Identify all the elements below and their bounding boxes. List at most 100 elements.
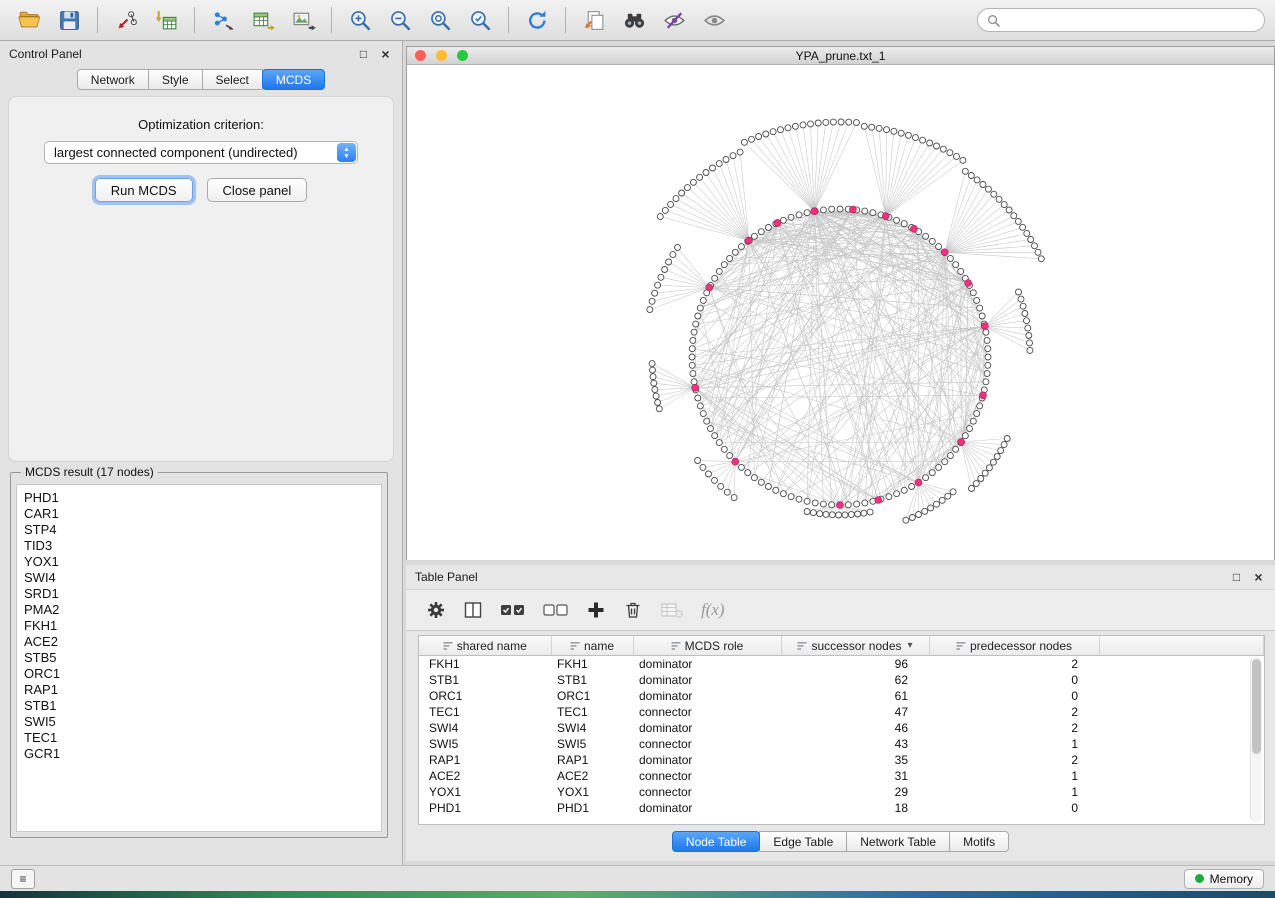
table-cell[interactable]: RAP1	[551, 752, 633, 768]
mcds-result-item[interactable]: STB5	[24, 650, 374, 666]
first-neighbors-button[interactable]	[615, 4, 653, 36]
export-image-button[interactable]	[284, 4, 322, 36]
table-cell[interactable]: SWI4	[551, 720, 633, 736]
table-cell[interactable]: 61	[781, 688, 929, 704]
table-cell[interactable]: SWI5	[551, 736, 633, 752]
table-cell[interactable]: 96	[781, 656, 929, 673]
tab-mcds[interactable]: MCDS	[262, 69, 325, 90]
table-cell[interactable]: STB1	[419, 672, 551, 688]
table-cell[interactable]: YOX1	[551, 784, 633, 800]
table-cell[interactable]: PHD1	[551, 800, 633, 816]
table-tab-node-table[interactable]: Node Table	[672, 831, 761, 852]
table-cell[interactable]: ORC1	[551, 688, 633, 704]
zoom-selected-button[interactable]	[461, 4, 499, 36]
table-cell[interactable]: FKH1	[551, 656, 633, 673]
mcds-result-item[interactable]: CAR1	[24, 506, 374, 522]
columns-icon[interactable]	[463, 599, 483, 621]
table-cell[interactable]: ORC1	[419, 688, 551, 704]
close-table-panel-icon[interactable]: ×	[1251, 570, 1266, 585]
table-row[interactable]: YOX1YOX1connector291	[419, 784, 1264, 800]
search-input[interactable]	[1006, 12, 1255, 28]
table-cell[interactable]: 0	[929, 800, 1099, 816]
mcds-result-item[interactable]: ORC1	[24, 666, 374, 682]
mcds-result-item[interactable]: PHD1	[24, 490, 374, 506]
zoom-fit-button[interactable]	[421, 4, 459, 36]
sort-caret-icon[interactable]: ▾	[908, 640, 913, 651]
mcds-result-item[interactable]: STP4	[24, 522, 374, 538]
table-cell[interactable]: connector	[633, 704, 781, 720]
table-cell[interactable]: dominator	[633, 656, 781, 673]
show-all-button[interactable]	[695, 4, 733, 36]
mcds-result-item[interactable]: YOX1	[24, 554, 374, 570]
network-canvas[interactable]	[407, 65, 1274, 560]
table-row[interactable]: RAP1RAP1dominator352	[419, 752, 1264, 768]
table-cell[interactable]: 18	[781, 800, 929, 816]
mcds-result-item[interactable]: SWI5	[24, 714, 374, 730]
select-all-icon[interactable]	[500, 599, 526, 621]
delete-row-icon[interactable]	[623, 599, 643, 621]
table-cell[interactable]: 1	[929, 768, 1099, 784]
float-table-panel-icon[interactable]: □	[1229, 570, 1244, 585]
sort-icon[interactable]	[956, 641, 966, 651]
table-cell[interactable]: 0	[929, 688, 1099, 704]
mcds-result-item[interactable]: GCR1	[24, 746, 374, 762]
table-cell[interactable]: RAP1	[419, 752, 551, 768]
run-mcds-button[interactable]: Run MCDS	[95, 178, 193, 202]
close-window-icon[interactable]	[415, 50, 426, 61]
table-cell[interactable]: STB1	[551, 672, 633, 688]
table-cell[interactable]: 2	[929, 656, 1099, 673]
table-cell[interactable]: TEC1	[551, 704, 633, 720]
table-cell[interactable]: 0	[929, 672, 1099, 688]
table-cell[interactable]: dominator	[633, 800, 781, 816]
import-table-button[interactable]	[147, 4, 185, 36]
sort-icon[interactable]	[797, 641, 807, 651]
table-row[interactable]: ACE2ACE2connector311	[419, 768, 1264, 784]
column-header-MCDS-role[interactable]: MCDS role	[633, 636, 781, 656]
table-cell[interactable]: dominator	[633, 688, 781, 704]
mcds-result-item[interactable]: RAP1	[24, 682, 374, 698]
task-history-icon[interactable]: ≡	[11, 869, 35, 889]
table-cell[interactable]: PHD1	[419, 800, 551, 816]
minimize-window-icon[interactable]	[436, 50, 447, 61]
table-cell[interactable]: 2	[929, 704, 1099, 720]
table-row[interactable]: TEC1TEC1connector472	[419, 704, 1264, 720]
mcds-result-item[interactable]: ACE2	[24, 634, 374, 650]
close-panel-button[interactable]: Close panel	[207, 178, 308, 202]
table-cell[interactable]: 47	[781, 704, 929, 720]
table-row[interactable]: ORC1ORC1dominator610	[419, 688, 1264, 704]
add-row-icon[interactable]	[586, 599, 606, 621]
deselect-all-icon[interactable]	[543, 599, 569, 621]
column-header-name[interactable]: name	[551, 636, 633, 656]
table-cell[interactable]: 31	[781, 768, 929, 784]
table-row[interactable]: STB1STB1dominator620	[419, 672, 1264, 688]
column-header-successor-nodes[interactable]: successor nodes▾	[781, 636, 929, 656]
mcds-result-item[interactable]: PMA2	[24, 602, 374, 618]
sort-icon[interactable]	[570, 641, 580, 651]
save-session-button[interactable]	[50, 4, 88, 36]
search-box[interactable]	[977, 8, 1265, 32]
import-network-button[interactable]	[107, 4, 145, 36]
hide-unselected-button[interactable]	[655, 4, 693, 36]
table-scrollbar-thumb[interactable]	[1252, 659, 1261, 754]
table-cell[interactable]: connector	[633, 736, 781, 752]
tab-select[interactable]: Select	[202, 69, 263, 90]
optimization-criterion-dropdown[interactable]: largest connected component (undirected)…	[44, 141, 358, 164]
sort-icon[interactable]	[671, 641, 681, 651]
table-row[interactable]: PHD1PHD1dominator180	[419, 800, 1264, 816]
mcds-result-item[interactable]: SRD1	[24, 586, 374, 602]
settings-gear-icon[interactable]	[426, 599, 446, 621]
table-cell[interactable]: ACE2	[551, 768, 633, 784]
table-cell[interactable]: 2	[929, 720, 1099, 736]
tab-style[interactable]: Style	[148, 69, 203, 90]
table-cell[interactable]: TEC1	[419, 704, 551, 720]
column-header-shared-name[interactable]: shared name	[419, 636, 551, 656]
table-row[interactable]: SWI4SWI4dominator462	[419, 720, 1264, 736]
table-cell[interactable]: 1	[929, 736, 1099, 752]
table-cell[interactable]: connector	[633, 784, 781, 800]
table-cell[interactable]: FKH1	[419, 656, 551, 673]
table-cell[interactable]: ACE2	[419, 768, 551, 784]
tab-network[interactable]: Network	[77, 69, 149, 90]
memory-button[interactable]: Memory	[1184, 869, 1264, 889]
table-cell[interactable]: 1	[929, 784, 1099, 800]
zoom-in-button[interactable]	[341, 4, 379, 36]
